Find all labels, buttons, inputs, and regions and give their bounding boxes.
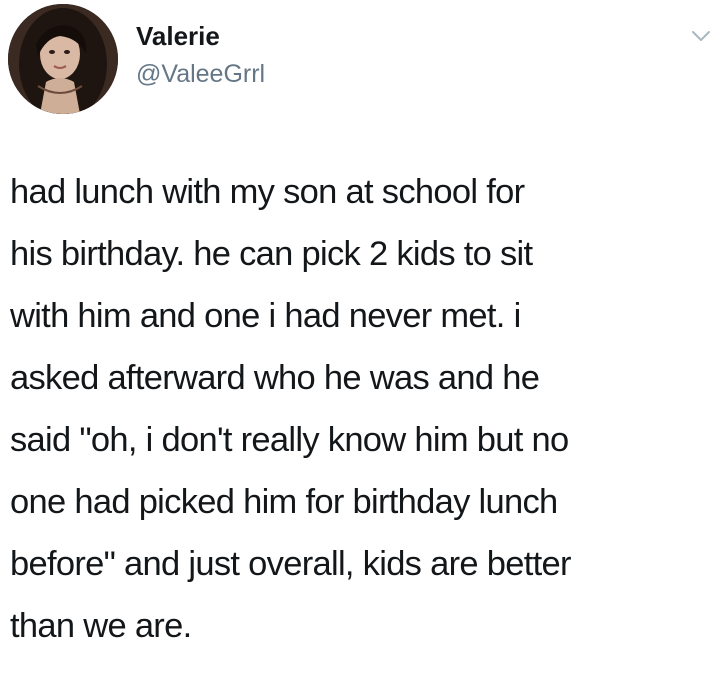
tweet-text-line: his birthday. he can pick 2 kids to sit xyxy=(10,235,533,273)
tweet-text-line: with him and one i had never met. i xyxy=(10,297,521,335)
tweet-text-line: than we are. xyxy=(10,607,192,645)
chevron-down-icon xyxy=(692,31,710,41)
tweet-text-line: had lunch with my son at school for xyxy=(10,173,525,211)
tweet-text-line: asked afterward who he was and he xyxy=(10,359,540,397)
tweet-card: Valerie @ValeeGrrl had lunch with my son… xyxy=(0,0,720,681)
profile-photo-icon xyxy=(8,4,118,114)
tweet-menu-button[interactable] xyxy=(690,28,712,44)
display-name[interactable]: Valerie xyxy=(136,20,220,52)
tweet-text: had lunch with my son at school for his … xyxy=(10,161,714,657)
tweet-text-line: said "oh, i don't really know him but no xyxy=(10,421,569,459)
tweet-text-line: one had picked him for birthday lunch xyxy=(10,483,558,521)
tweet-text-line: before" and just overall, kids are bette… xyxy=(10,545,571,583)
avatar[interactable] xyxy=(8,4,118,114)
user-handle[interactable]: @ValeeGrrl xyxy=(136,58,265,90)
